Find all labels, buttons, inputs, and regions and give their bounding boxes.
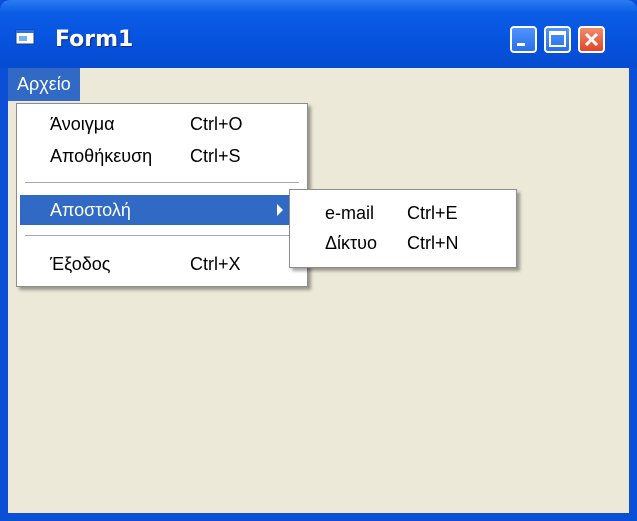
app-window-icon bbox=[15, 29, 35, 45]
minimize-button[interactable] bbox=[510, 26, 537, 53]
submenu-item-network[interactable]: Δίκτυο Ctrl+N bbox=[290, 228, 516, 258]
menu-separator bbox=[25, 182, 299, 186]
menu-item-shortcut: Ctrl+O bbox=[190, 114, 243, 134]
menu-item-label: Άνοιγμα bbox=[50, 114, 115, 134]
close-button[interactable] bbox=[578, 26, 605, 53]
submenu-item-email[interactable]: e-mail Ctrl+E bbox=[290, 198, 516, 228]
menu-item-label: Δίκτυο bbox=[325, 233, 377, 253]
chevron-right-icon bbox=[277, 204, 283, 216]
form-client-area: Αρχείο Άνοιγμα Ctrl+O Αποθήκευση Ctrl+S … bbox=[8, 68, 629, 513]
menu-file[interactable]: Αρχείο bbox=[8, 68, 80, 101]
file-menu: Άνοιγμα Ctrl+O Αποθήκευση Ctrl+S Αποστολ… bbox=[16, 103, 308, 287]
menu-item-label: Αποθήκευση bbox=[50, 146, 153, 166]
title-bar[interactable]: Form1 bbox=[0, 0, 637, 68]
menu-item-shortcut: Ctrl+N bbox=[407, 233, 459, 253]
menu-item-label: e-mail bbox=[325, 203, 375, 223]
maximize-button[interactable] bbox=[544, 26, 571, 53]
app-window: Form1 Αρχείο Άνοιγμα Ctrl+O Αποθήκευση C… bbox=[0, 0, 637, 521]
minimize-icon bbox=[517, 43, 525, 46]
maximize-icon bbox=[549, 31, 566, 47]
menu-item-exit[interactable]: Έξοδος Ctrl+X bbox=[17, 249, 307, 279]
menu-item-shortcut: Ctrl+E bbox=[407, 203, 458, 223]
send-submenu: e-mail Ctrl+E Δίκτυο Ctrl+N bbox=[289, 189, 517, 268]
menu-item-label: Έξοδος bbox=[50, 254, 111, 274]
close-icon bbox=[584, 32, 599, 47]
menu-item-send[interactable]: Αποστολή bbox=[20, 195, 304, 225]
menu-item-save[interactable]: Αποθήκευση Ctrl+S bbox=[17, 141, 307, 171]
menu-bar: Αρχείο bbox=[8, 68, 629, 101]
menu-item-label: Αποστολή bbox=[50, 200, 131, 220]
menu-item-open[interactable]: Άνοιγμα Ctrl+O bbox=[17, 109, 307, 139]
menu-item-shortcut: Ctrl+X bbox=[190, 254, 241, 274]
menu-separator bbox=[25, 235, 299, 239]
window-title: Form1 bbox=[55, 27, 134, 52]
menu-item-shortcut: Ctrl+S bbox=[190, 146, 241, 166]
